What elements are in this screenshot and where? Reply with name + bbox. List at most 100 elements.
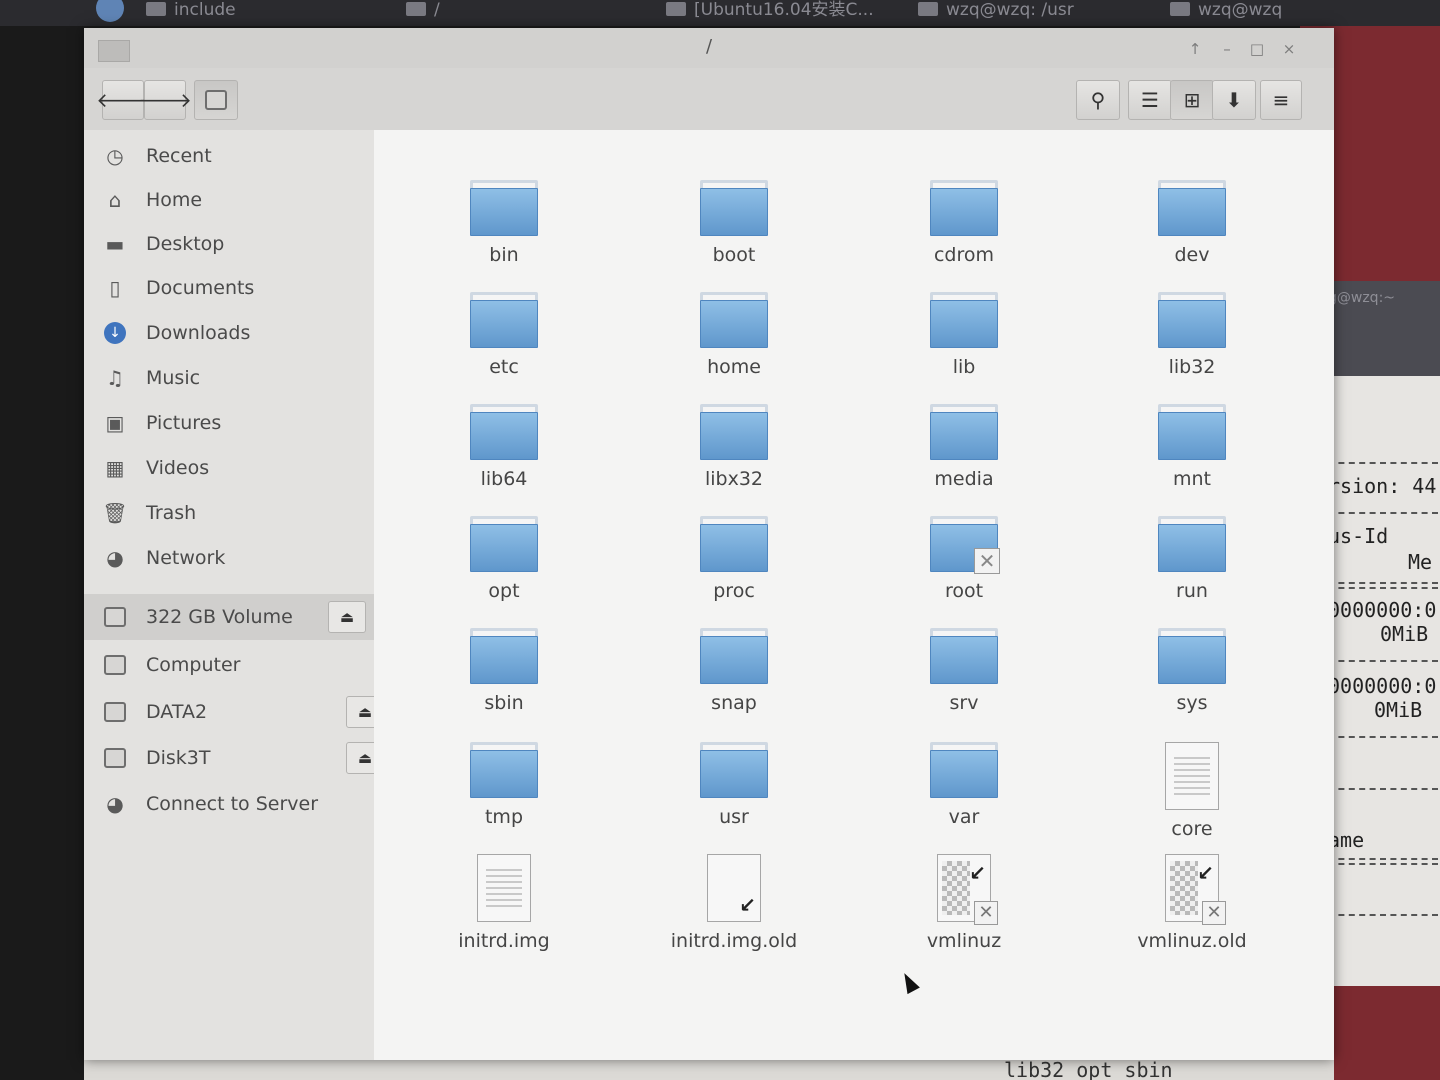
search-button[interactable]: ⚲ [1076,80,1120,120]
file-item-core[interactable]: core [1092,742,1292,847]
file-name: cdrom [933,244,995,266]
file-item-lib64[interactable]: lib64 [404,404,604,509]
sidebar-item-recent[interactable]: ◷ Recent [102,136,212,176]
file-item-vmlinuz-old[interactable]: ↙ ✕ vmlinuz.old [1092,854,1292,959]
sidebar-item-label: Recent [146,145,212,167]
sidebar-item-videos[interactable]: ▦ Videos [102,448,210,488]
file-name: sys [1176,692,1208,714]
desktop-icon: ▬ [105,232,125,256]
file-name: proc [713,580,755,602]
folder-icon [700,292,768,348]
titlebar: / ↑ – □ × [84,28,1334,68]
sidebar-item-music[interactable]: ♫ Music [102,358,200,398]
file-item-mnt[interactable]: mnt [1092,404,1292,509]
folder-icon [1158,180,1226,236]
divider [1328,582,1438,589]
eject-icon[interactable]: ⏏ [328,601,366,633]
file-item-dev[interactable]: dev [1092,180,1292,285]
sidebar-item-trash[interactable]: 🗑 Trash [102,493,196,533]
file-item-etc[interactable]: etc [404,292,604,397]
file-item-usr[interactable]: usr [634,742,834,847]
sidebar-item-downloads[interactable]: ↓ Downloads [102,313,250,353]
drive-shape [104,607,126,627]
file-name: initrd.img [458,930,550,952]
file-item-sbin[interactable]: sbin [404,628,604,733]
sidebar-item-pictures[interactable]: ▣ Pictures [102,403,222,443]
file-item-snap[interactable]: snap [634,628,834,733]
sidebar-item-label: 322 GB Volume [146,606,293,628]
file-item-bin[interactable]: bin [404,180,604,285]
taskbar-item[interactable]: wzq@wzq: /usr [918,0,1158,26]
file-item-media[interactable]: media [864,404,1064,509]
file-name: lib64 [480,468,528,490]
forward-button[interactable]: 🡒 [138,80,192,120]
sidebar-item-label: Network [146,547,226,569]
sidebar-item-desktop[interactable]: ▬ Desktop [102,224,225,264]
folder-icon [1158,292,1226,348]
file-item-lib[interactable]: lib [864,292,1064,397]
file-item-libx32[interactable]: libx32 [634,404,834,509]
file-item-run[interactable]: run [1092,516,1292,621]
taskbar-item[interactable]: wzq@wzq [1170,0,1320,26]
menu-button[interactable]: ≡ [1260,80,1302,120]
list-view-button[interactable]: ☰ [1128,80,1172,120]
file-item-vmlinuz[interactable]: ↙ ✕ vmlinuz [864,854,1064,959]
close-button[interactable]: × [1278,38,1300,60]
sidebar-item-connect-to-server[interactable]: ◕ Connect to Server [102,784,318,824]
folder-icon [930,742,998,798]
terminal-line: 0000000:0 [1328,674,1437,698]
file-manager-window: / ↑ – □ × 🡐 🡒 ⚲ ☰ ⊞ ⬇ ≡ ◷ Recent ⌂ Home ▬ D… [84,28,1334,1060]
file-name: snap [711,692,757,714]
file-item-root[interactable]: ✕ root [864,516,1064,621]
pictures-icon: ▣ [105,411,125,435]
sidebar-item-disk3t[interactable]: Disk3T ⏏ [102,738,384,778]
file-item-cdrom[interactable]: cdrom [864,180,1064,285]
file-item-var[interactable]: var [864,742,1064,847]
window-up-button[interactable]: ↑ [1184,38,1206,60]
maximize-button[interactable]: □ [1246,38,1268,60]
file-item-home[interactable]: home [634,292,834,397]
sidebar-item-network[interactable]: ◕ Network [102,538,225,578]
desktop-edge [0,26,84,1080]
sidebar-item-home[interactable]: ⌂ Home [102,180,202,220]
taskbar-item[interactable]: [Ubuntu16.04安装C... [666,0,906,26]
file-item-srv[interactable]: srv [864,628,1064,733]
folder-icon: ✕ [930,516,1000,574]
folder-icon [470,628,538,684]
file-item-boot[interactable]: boot [634,180,834,285]
sidebar-item-322gb-volume[interactable]: 322 GB Volume ⏏ [84,594,374,640]
sidebar-item-data2[interactable]: DATA2 ⏏ [102,692,384,732]
sidebar-item-label: Videos [146,457,210,479]
trash-icon: 🗑 [102,501,128,525]
file-item-sys[interactable]: sys [1092,628,1292,733]
file-item-tmp[interactable]: tmp [404,742,604,847]
divider [1328,858,1438,865]
music-icon: ♫ [106,366,124,390]
taskbar-item-label: wzq@wzq [1198,0,1283,20]
divider [1328,788,1438,790]
sidebar-item-label: Music [146,367,201,389]
minimize-button[interactable]: – [1216,38,1238,60]
folder-icon [930,180,998,236]
file-name: root [944,580,984,602]
folder-icon [930,292,998,348]
location-button[interactable] [194,80,238,120]
divider [1328,736,1438,738]
sidebar-item-documents[interactable]: ▯ Documents [102,268,254,308]
terminal-line: rsion: 44 [1328,474,1437,498]
launcher-icon[interactable] [96,0,124,22]
file-name: lib32 [1168,356,1216,378]
sort-button[interactable]: ⬇ [1212,80,1256,120]
file-item-initrd-img[interactable]: initrd.img [404,854,604,959]
file-item-initrd-img-old[interactable]: ↙ initrd.img.old [634,854,834,959]
taskbar-item[interactable]: / [406,0,646,26]
file-item-proc[interactable]: proc [634,516,834,621]
file-name: bin [489,244,519,266]
sidebar-item-computer[interactable]: Computer [102,645,240,685]
file-item-opt[interactable]: opt [404,516,604,621]
taskbar-item-label: [Ubuntu16.04安装C... [694,0,874,20]
grid-view-button[interactable]: ⊞ [1170,80,1214,120]
file-item-lib32[interactable]: lib32 [1092,292,1292,397]
folder-icon [1158,516,1226,572]
taskbar-item[interactable]: include [146,0,386,26]
